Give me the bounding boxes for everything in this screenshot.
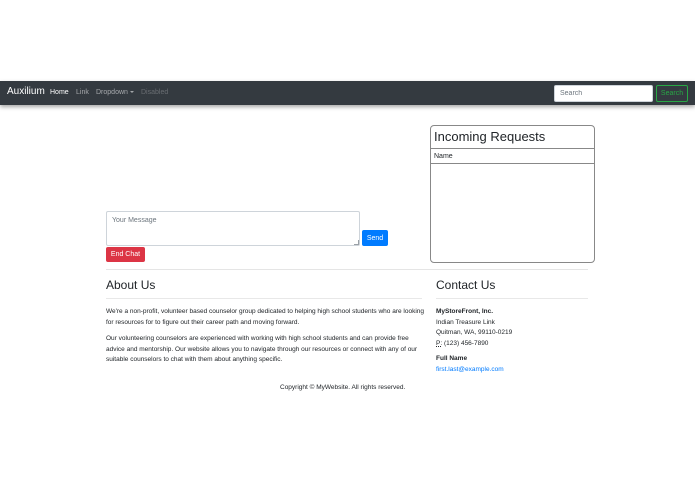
phone-line: P: (123) 456-7890: [436, 339, 512, 350]
search-button[interactable]: Search: [656, 85, 688, 102]
nav-dropdown[interactable]: Dropdown: [96, 89, 134, 96]
panel-divider: [431, 148, 594, 149]
copyright: Copyright © MyWebsite. All rights reserv…: [280, 384, 406, 391]
end-chat-button[interactable]: End Chat: [106, 247, 145, 262]
contact-divider: [436, 298, 588, 299]
search-input[interactable]: [554, 85, 653, 102]
nav-dropdown-label: Dropdown: [96, 89, 128, 96]
city-address: Quitman, WA, 99110-0219: [436, 329, 513, 336]
panel-divider: [431, 163, 594, 164]
contact-title: Contact Us: [436, 278, 496, 292]
contact-address: MyStoreFront, Inc. Indian Treasure Link …: [436, 307, 512, 349]
nav-link-link[interactable]: Link: [76, 89, 89, 96]
about-divider: [106, 298, 422, 299]
section-divider: [106, 269, 588, 270]
about-paragraph-1: We're a non-profit, volunteer based coun…: [106, 308, 425, 326]
phone-label: P:: [436, 339, 443, 347]
phone-number: (123) 456-7890: [443, 339, 489, 347]
contact-email-link[interactable]: first.last@example.com: [436, 366, 504, 373]
street-address: Indian Treasure Link: [436, 318, 495, 326]
resize-handle-icon[interactable]: [354, 240, 359, 245]
contact-name: Full Name: [436, 355, 468, 362]
incoming-requests-title: Incoming Requests: [434, 129, 546, 144]
send-button[interactable]: Send: [362, 230, 388, 246]
caret-down-icon: [129, 91, 134, 93]
nav-link-disabled: Disabled: [141, 89, 169, 96]
column-header-name: Name: [434, 153, 453, 160]
about-paragraph-2: Our volunteering counselors are experien…: [106, 335, 418, 363]
incoming-requests-panel: Incoming Requests Name: [430, 125, 595, 263]
company-name: MyStoreFront, Inc.: [436, 308, 494, 315]
nav-link-home[interactable]: Home: [50, 89, 69, 96]
message-input[interactable]: [106, 211, 360, 246]
about-title: About Us: [106, 278, 156, 292]
navbar-brand[interactable]: Auxilium: [7, 86, 45, 97]
